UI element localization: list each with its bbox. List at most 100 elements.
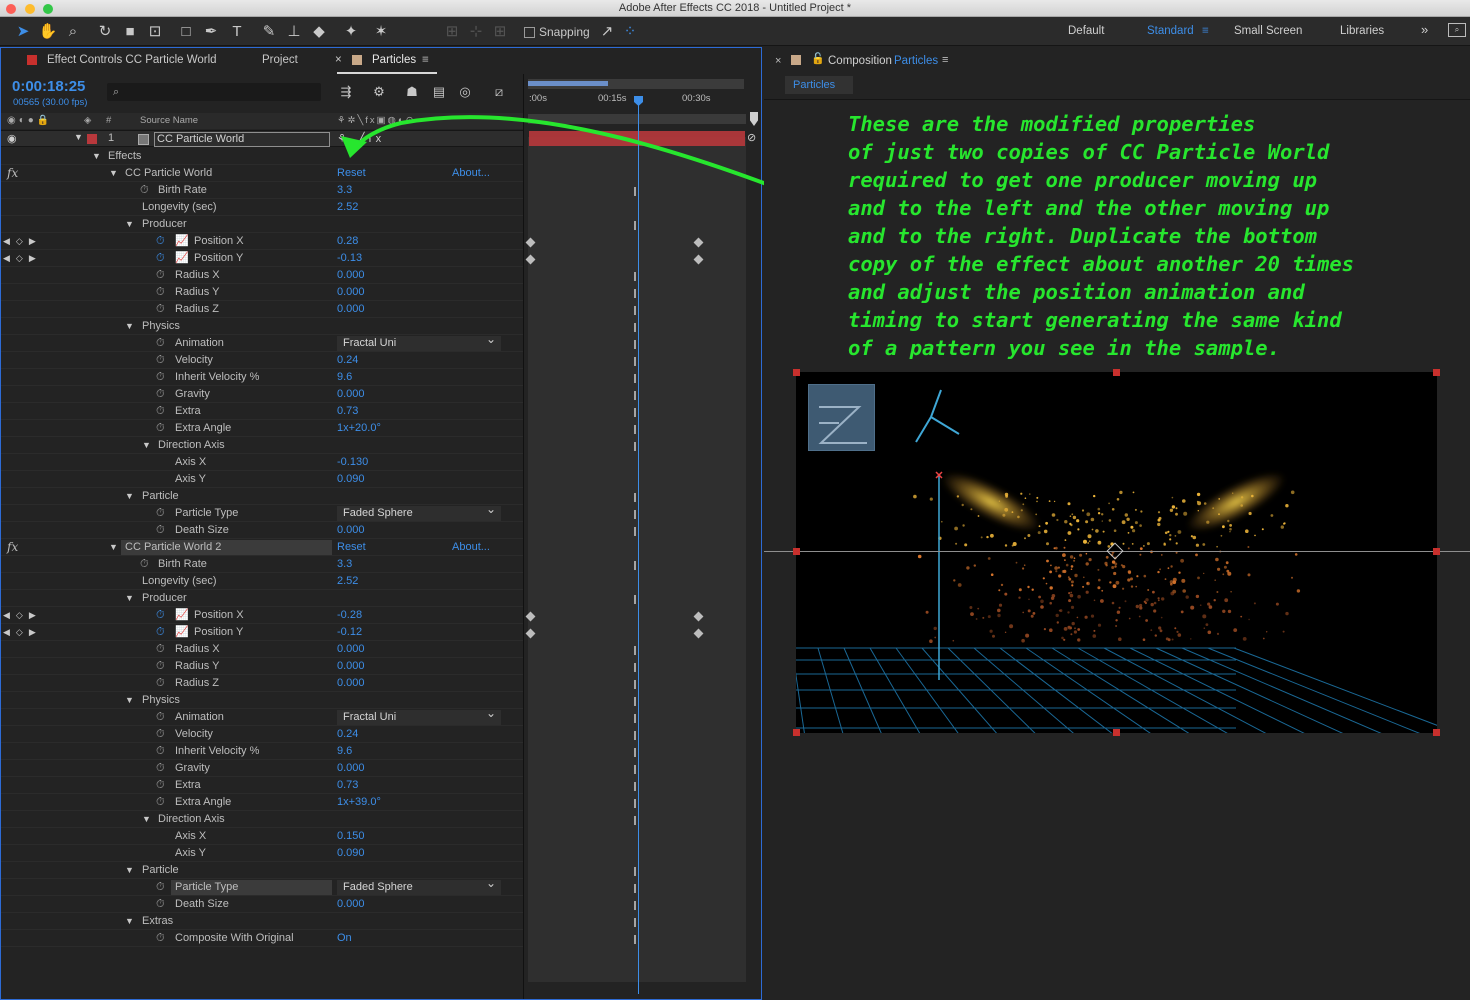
animation[interactable]: ⏱ Animation Fractal Uni bbox=[1, 706, 523, 726]
stopwatch-icon[interactable]: ⏱ bbox=[156, 777, 165, 793]
stopwatch-icon[interactable]: ⏱ bbox=[156, 896, 165, 912]
workspace-default[interactable]: Default bbox=[1068, 25, 1104, 37]
stopwatch-icon[interactable]: ⏱ bbox=[156, 879, 165, 895]
graph-icon[interactable]: 📈 bbox=[175, 233, 189, 249]
current-time-display[interactable]: 0:00:18:25 bbox=[12, 78, 85, 95]
bbox-handle-tc[interactable] bbox=[1113, 369, 1120, 376]
radius-y[interactable]: ⏱ Radius Y 0.000 bbox=[1, 658, 523, 675]
property-value[interactable]: 3.3 bbox=[337, 182, 352, 198]
stopwatch-icon[interactable]: ⏱ bbox=[156, 301, 165, 317]
brush-tool-icon[interactable]: ✎ bbox=[259, 22, 279, 41]
position-x[interactable]: ◀◇▶ ⏱ 📈 Position X -0.28 bbox=[1, 607, 523, 624]
time-ruler-bar[interactable] bbox=[528, 114, 746, 124]
radius-x[interactable]: ⏱ Radius X 0.000 bbox=[1, 641, 523, 658]
inherit-velocity[interactable]: ⏱ Inherit Velocity % 9.6 bbox=[1, 369, 523, 386]
birth-rate[interactable]: ⏱ Birth Rate 3.3 bbox=[1, 182, 523, 199]
stopwatch-icon[interactable]: ⏱ bbox=[156, 284, 165, 300]
timeline-graph-area[interactable]: :00s 00:15s 00:30s ⊘ bbox=[523, 74, 761, 999]
stopwatch-icon[interactable]: ⏱ bbox=[140, 182, 149, 198]
bbox-handle-bc[interactable] bbox=[1113, 729, 1120, 736]
property-value[interactable]: 3.3 bbox=[337, 556, 352, 572]
lock-icon[interactable]: 🔓 bbox=[811, 52, 825, 65]
stopwatch-icon[interactable]: ⏱ bbox=[156, 675, 165, 691]
layer-row[interactable]: ◉ ▼ 1 CC Particle World ⚘ ╱fx bbox=[1, 130, 523, 147]
stopwatch-icon[interactable]: ⏱ bbox=[156, 607, 165, 623]
tab-effect-controls[interactable]: Effect Controls CC Particle World bbox=[47, 54, 217, 66]
property-dropdown[interactable]: Fractal Uni bbox=[337, 332, 501, 351]
clone-stamp-tool-icon[interactable]: ⊥ bbox=[284, 22, 304, 41]
bbox-handle-tl[interactable] bbox=[793, 369, 800, 376]
property-value[interactable]: 0.24 bbox=[337, 352, 358, 368]
layer-name[interactable]: CC Particle World bbox=[154, 132, 330, 147]
radius-z[interactable]: ⏱ Radius Z 0.000 bbox=[1, 301, 523, 318]
reset-link[interactable]: Reset bbox=[337, 539, 366, 555]
property-value[interactable]: 0.000 bbox=[337, 386, 365, 402]
property-value[interactable]: 0.000 bbox=[337, 896, 365, 912]
motion-blur-icon[interactable]: ◎ bbox=[456, 84, 474, 100]
property-value[interactable]: -0.130 bbox=[337, 454, 368, 470]
extra[interactable]: ⏱ Extra 0.73 bbox=[1, 403, 523, 420]
property-value[interactable]: 0.150 bbox=[337, 828, 365, 844]
extras-group[interactable]: ▼ Extras bbox=[1, 913, 523, 930]
stopwatch-icon[interactable]: ⏱ bbox=[156, 794, 165, 810]
stopwatch-icon[interactable]: ⏱ bbox=[156, 505, 165, 521]
fx-icon[interactable]: fx bbox=[7, 165, 18, 181]
stopwatch-icon[interactable]: ⏱ bbox=[156, 369, 165, 385]
property-value[interactable]: 1x+39.0° bbox=[337, 794, 381, 810]
pan-behind-tool-icon[interactable]: ⊡ bbox=[145, 22, 165, 41]
zoom-window-button[interactable] bbox=[43, 4, 53, 14]
bbox-handle-bl[interactable] bbox=[793, 729, 800, 736]
comp-menu-icon[interactable]: ≡ bbox=[942, 54, 948, 66]
keyframe-navigator[interactable]: ◀◇▶ bbox=[3, 624, 42, 640]
visibility-eye-icon[interactable]: ◉ bbox=[7, 132, 17, 145]
property-value[interactable]: 0.24 bbox=[337, 726, 358, 742]
panel-menu-icon[interactable]: ≡ bbox=[422, 54, 429, 66]
snap-options-icon[interactable]: ↗ bbox=[597, 22, 617, 41]
stopwatch-icon[interactable]: ⏱ bbox=[156, 233, 165, 249]
property-dropdown[interactable]: Faded Sphere bbox=[337, 502, 501, 521]
eraser-tool-icon[interactable]: ◆ bbox=[309, 22, 329, 41]
graph-icon[interactable]: 📈 bbox=[175, 250, 189, 266]
extra-angle[interactable]: ⏱ Extra Angle 1x+39.0° bbox=[1, 794, 523, 811]
rectangle-tool-icon[interactable]: □ bbox=[176, 22, 196, 41]
close-window-button[interactable] bbox=[6, 4, 16, 14]
pen-tool-icon[interactable]: ✒ bbox=[201, 22, 221, 41]
stopwatch-icon[interactable]: ⏱ bbox=[156, 930, 165, 946]
axis-x[interactable]: Axis X -0.130 bbox=[1, 454, 523, 471]
position-y[interactable]: ◀◇▶ ⏱ 📈 Position Y -0.13 bbox=[1, 250, 523, 267]
snap-feature-icon[interactable]: ⁘ bbox=[620, 22, 640, 41]
property-dropdown[interactable]: Fractal Uni bbox=[337, 706, 501, 725]
graph-icon[interactable]: 📈 bbox=[175, 607, 189, 623]
effect-header[interactable]: fx ▼ CC Particle World Reset About... bbox=[1, 165, 523, 182]
property-dropdown[interactable]: Faded Sphere bbox=[337, 876, 501, 895]
twirl-down-icon[interactable]: ▼ bbox=[125, 318, 134, 334]
comp-marker-bin-icon[interactable] bbox=[750, 112, 758, 126]
axis-y[interactable]: Axis Y 0.090 bbox=[1, 845, 523, 862]
zoom-tool-icon[interactable]: ⌕ bbox=[63, 22, 83, 41]
about-link[interactable]: About... bbox=[452, 165, 490, 181]
work-area-range[interactable] bbox=[528, 81, 608, 86]
animation[interactable]: ⏱ Animation Fractal Uni bbox=[1, 332, 523, 352]
radius-y[interactable]: ⏱ Radius Y 0.000 bbox=[1, 284, 523, 301]
workspace-small-screen[interactable]: Small Screen bbox=[1234, 25, 1302, 37]
twirl-down-icon[interactable]: ▼ bbox=[142, 437, 151, 453]
layer-twirl-icon[interactable]: ▼ bbox=[74, 132, 83, 142]
source-name-header[interactable]: Source Name bbox=[140, 113, 198, 129]
stopwatch-icon[interactable]: ⏱ bbox=[156, 386, 165, 402]
property-value[interactable]: 0.73 bbox=[337, 403, 358, 419]
direction-axis-group[interactable]: ▼ Direction Axis bbox=[1, 811, 523, 828]
composite-with-original[interactable]: ⏱ Composite With Original On bbox=[1, 930, 523, 947]
stopwatch-icon[interactable]: ⏱ bbox=[156, 624, 165, 640]
bbox-handle-ml[interactable] bbox=[793, 548, 800, 555]
stopwatch-icon[interactable]: ⏱ bbox=[140, 556, 149, 572]
property-value[interactable]: On bbox=[337, 930, 352, 946]
radius-x[interactable]: ⏱ Radius X 0.000 bbox=[1, 267, 523, 284]
type-tool-icon[interactable]: T bbox=[227, 22, 247, 41]
search-help-icon[interactable]: ⌕ bbox=[1448, 23, 1466, 37]
property-value[interactable]: -0.28 bbox=[337, 607, 362, 623]
stopwatch-icon[interactable]: ⏱ bbox=[156, 335, 165, 351]
physics-group[interactable]: ▼ Physics bbox=[1, 692, 523, 709]
direction-axis-group[interactable]: ▼ Direction Axis bbox=[1, 437, 523, 454]
birth-rate[interactable]: ⏱ Birth Rate 3.3 bbox=[1, 556, 523, 573]
layer-label-color[interactable] bbox=[87, 134, 97, 144]
